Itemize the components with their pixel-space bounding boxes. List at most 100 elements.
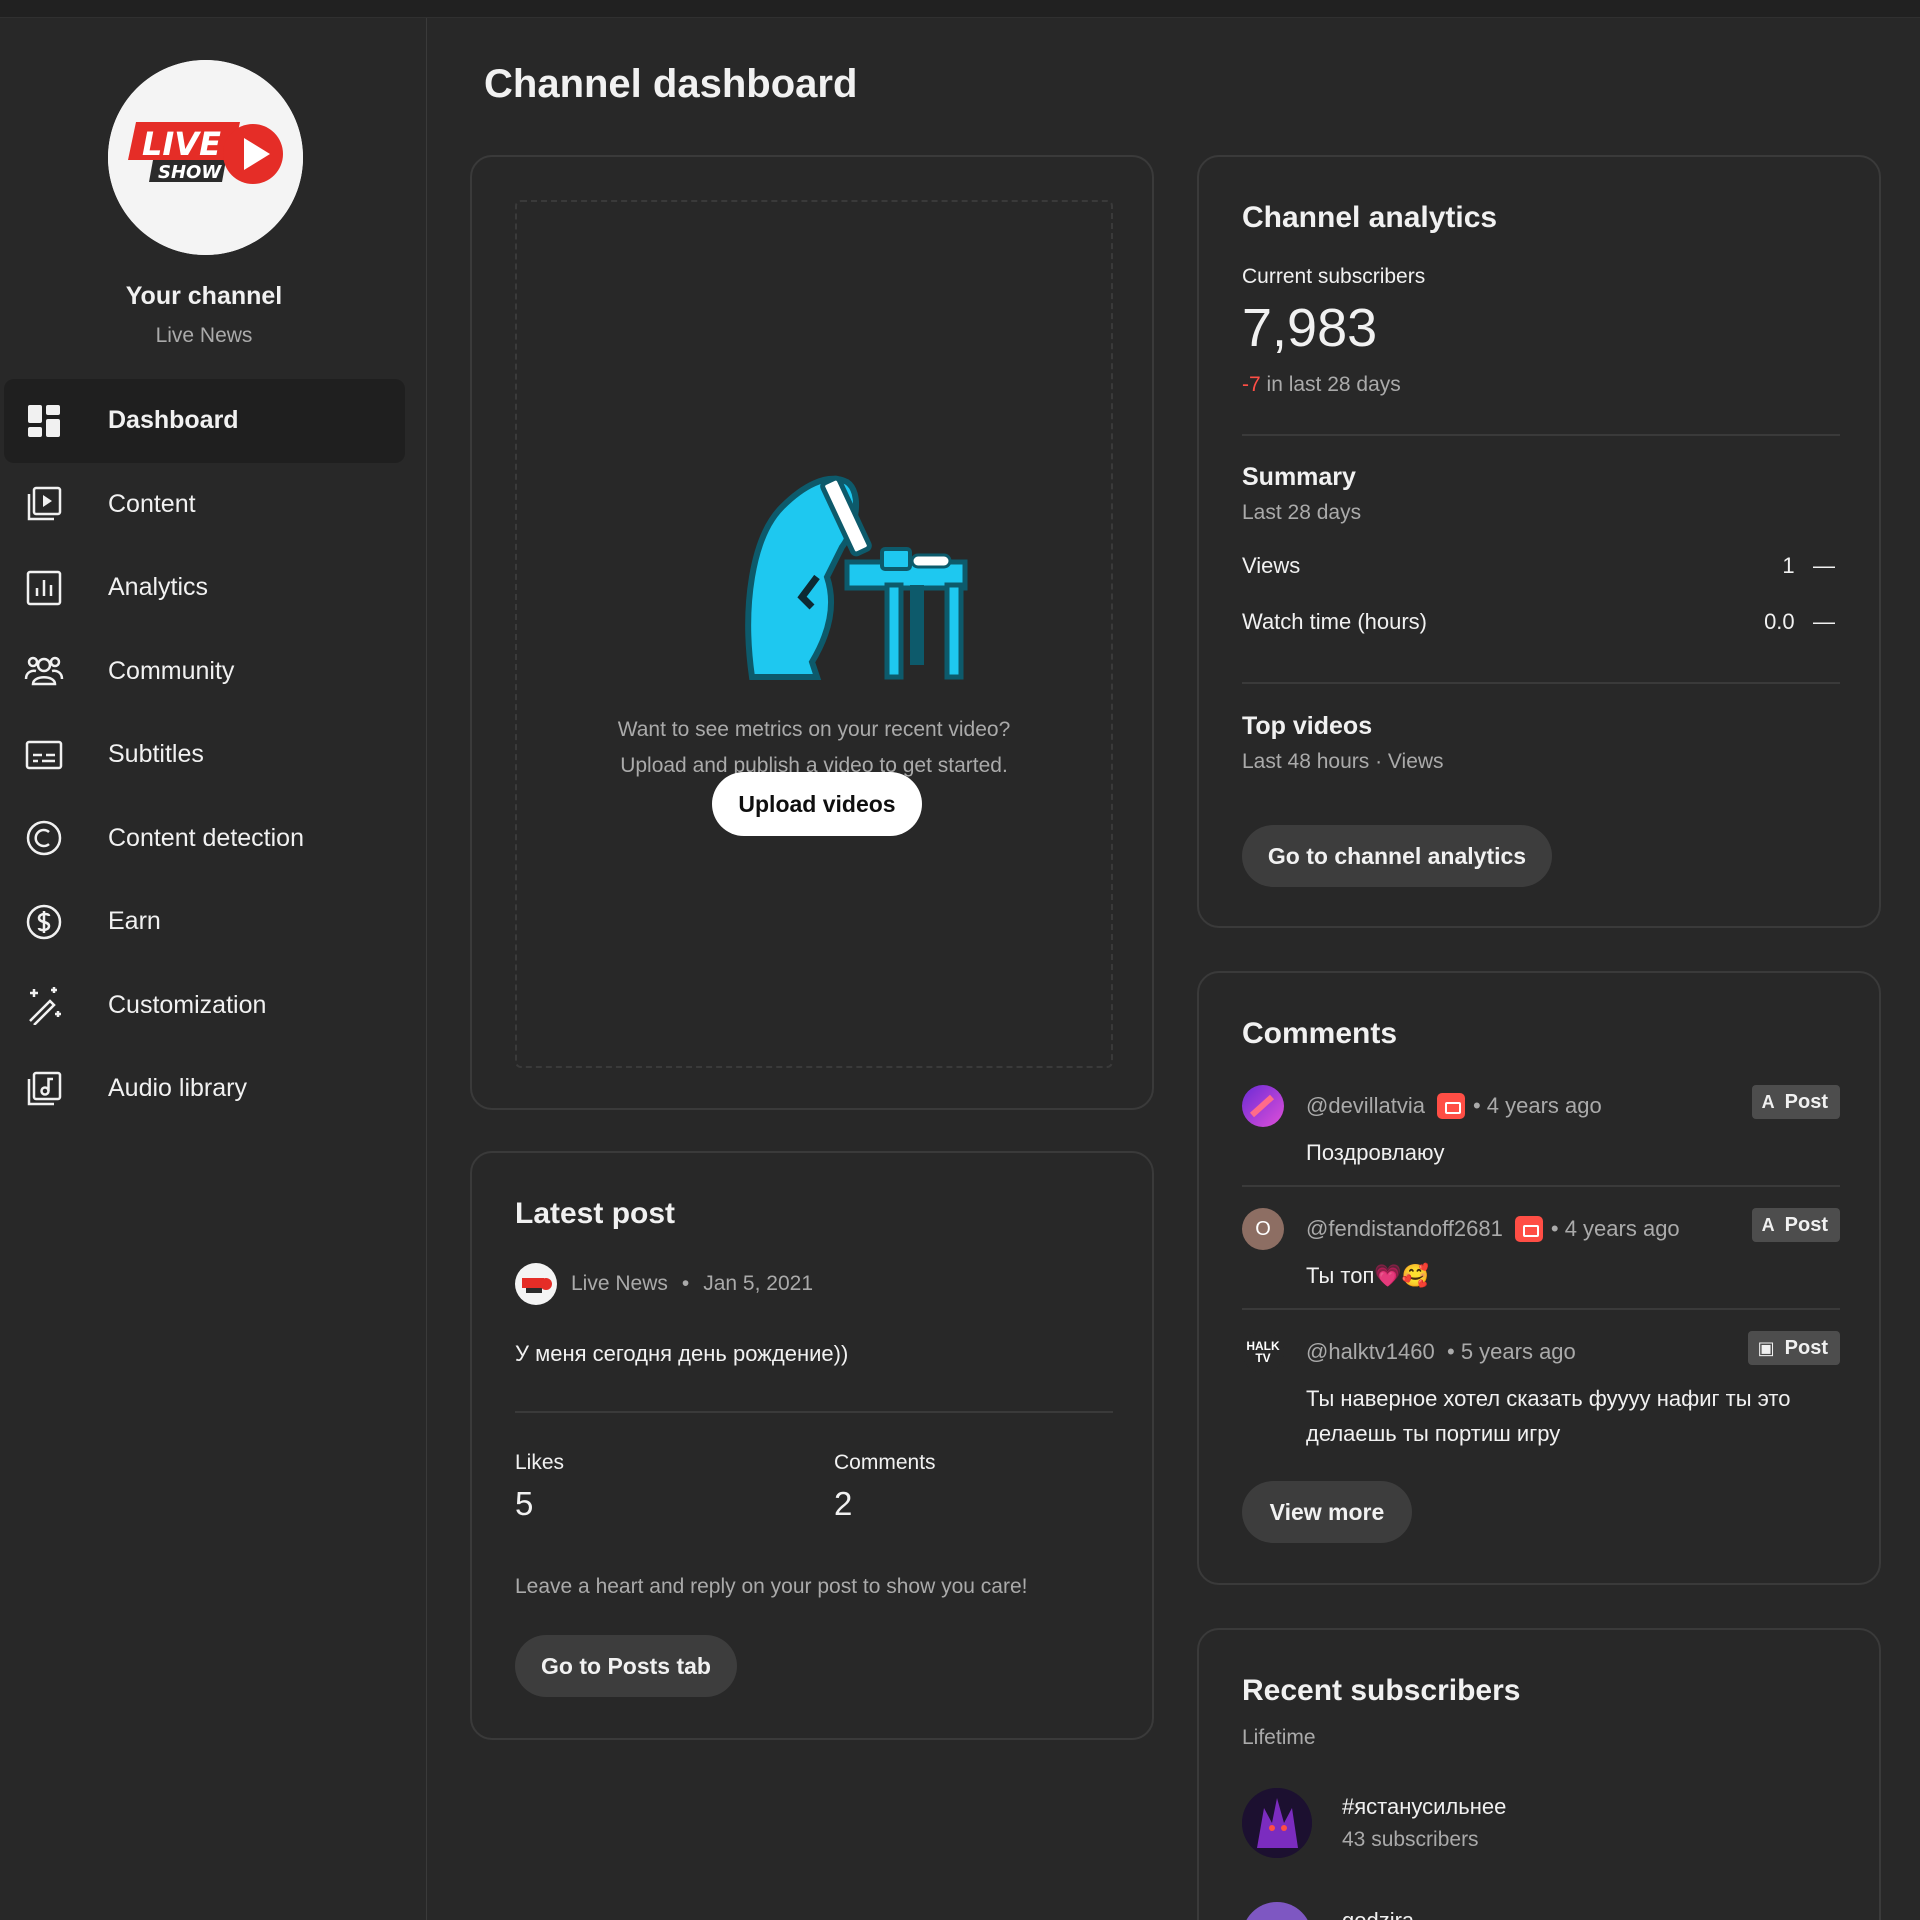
recent-subscribers-card: Recent subscribers Lifetime #ястанусильн… [1197, 1628, 1881, 1920]
live-show-logo: LIVE SHOW [108, 60, 303, 255]
channel-name: Live News [155, 324, 253, 347]
comment-time: 5 years ago [1460, 1339, 1576, 1364]
comments-value: 2 [834, 1485, 853, 1522]
post-author-avatar [515, 1263, 557, 1305]
post-text: У меня сегодня день рождение)) [515, 1341, 849, 1366]
sidebar-item-analytics[interactable]: Analytics [4, 546, 405, 630]
comment-post-chip[interactable]: ▣ Post [1747, 1331, 1840, 1365]
content-icon [24, 484, 64, 524]
subscriber-count: 43 subscribers [1342, 1828, 1479, 1851]
subtitles-icon [24, 735, 64, 775]
dashboard-icon [24, 401, 64, 441]
recent-subscribers-title: Recent subscribers [1242, 1674, 1521, 1707]
post-date: Jan 5, 2021 [703, 1272, 813, 1295]
subscriber-avatar [1242, 1788, 1312, 1858]
sidebar-item-label: Community [108, 656, 235, 685]
comment-text: Ты наверное хотел сказать фуууу нафиг ты… [1306, 1386, 1791, 1446]
subscribers-change-value: -7 [1242, 373, 1261, 396]
go-to-posts-button[interactable]: Go to Posts tab [515, 1635, 737, 1697]
sidebar-item-content[interactable]: Content [4, 463, 405, 547]
member-badge-icon [1436, 1093, 1465, 1119]
comment-user[interactable]: @devillatvia [1306, 1093, 1425, 1119]
analytics-divider-2 [1242, 682, 1840, 684]
avatar-text: HALK TV [1246, 1339, 1280, 1365]
sidebar-item-subtitles[interactable]: Subtitles [4, 713, 405, 797]
upload-illustration [745, 475, 968, 680]
channel-title: Your channel [125, 282, 283, 310]
text-post-icon: A [1761, 1214, 1775, 1235]
comment-header: @fendistandoff2681 • 4 years ago [1306, 1216, 1680, 1242]
channel-avatar[interactable]: LIVE SHOW [108, 60, 303, 255]
comment-item: O @fendistandoff2681 • 4 years ago Ты то… [1242, 1208, 1840, 1308]
subscribers-change-suffix: in last 28 days [1260, 373, 1401, 396]
upload-prompt-line1: Want to see metrics on your recent video… [617, 718, 1011, 741]
analytics-divider [1242, 434, 1840, 436]
comments-title: Comments [1242, 1017, 1398, 1050]
comment-post-chip[interactable]: A Post [1751, 1208, 1840, 1242]
sidebar-item-audio-library[interactable]: Audio library [4, 1047, 405, 1131]
comment-avatar[interactable]: HALK TV [1242, 1331, 1284, 1373]
comment-header: @devillatvia • 4 years ago [1306, 1093, 1602, 1119]
chip-label: Post [1784, 1336, 1828, 1359]
community-icon [24, 651, 64, 691]
watch-time-trend: — [1813, 609, 1835, 634]
sidebar-item-label: Analytics [108, 573, 209, 602]
comment-header: @halktv1460 • 5 years ago [1306, 1339, 1576, 1365]
text-post-icon: A [1761, 1091, 1775, 1112]
subscriber-avatar [1242, 1902, 1312, 1920]
logo-text-bottom: SHOW [158, 162, 222, 183]
summary-period: Last 28 days [1242, 501, 1362, 524]
comment-user[interactable]: @fendistandoff2681 [1306, 1216, 1503, 1242]
comment-text: Ты топ💗🥰 [1306, 1263, 1430, 1288]
summary-title: Summary [1242, 463, 1356, 491]
upload-videos-button[interactable]: Upload videos [712, 772, 922, 836]
audio-library-icon [24, 1069, 64, 1109]
views-label: Views [1242, 553, 1301, 578]
subscribers-label: Current subscribers [1242, 265, 1426, 288]
image-post-icon: ▣ [1757, 1337, 1775, 1358]
upload-dropzone: Want to see metrics on your recent video… [515, 200, 1113, 1068]
sidebar-item-label: Earn [108, 907, 161, 936]
subscriber-item[interactable]: godzira [1242, 1902, 1840, 1920]
subscriber-name: #ястанусильнее [1342, 1794, 1507, 1819]
subscriber-item[interactable]: #ястанусильнее 43 subscribers [1242, 1788, 1840, 1868]
magic-wand-icon [24, 985, 64, 1027]
view-more-comments-button[interactable]: View more [1242, 1481, 1412, 1543]
page-title: Channel dashboard [484, 62, 858, 106]
avatar-letter: O [1255, 1217, 1271, 1240]
sidebar-item-community[interactable]: Community [4, 630, 405, 714]
comment-avatar[interactable] [1242, 1085, 1284, 1127]
go-to-channel-analytics-button[interactable]: Go to channel analytics [1242, 825, 1552, 887]
comment-dot: • [1472, 1093, 1481, 1118]
views-row-value: 1 — [1782, 553, 1835, 579]
member-badge-icon [1514, 1216, 1543, 1242]
watch-time-value: 0.0 [1764, 609, 1795, 634]
chip-label: Post [1784, 1090, 1828, 1113]
top-videos-title: Top videos [1242, 712, 1373, 740]
sidebar-item-label: Content detection [108, 823, 304, 852]
channel-analytics-card: Channel analytics Current subscribers 7,… [1197, 155, 1881, 928]
sidebar-item-customization[interactable]: Customization [4, 964, 405, 1048]
sidebar-item-dashboard[interactable]: Dashboard [4, 379, 405, 463]
post-divider [515, 1411, 1113, 1413]
sidebar-item-earn[interactable]: Earn [4, 880, 405, 964]
watch-time-label: Watch time (hours) [1242, 609, 1428, 634]
sidebar-item-label: Customization [108, 990, 267, 1019]
comment-item: HALK TV @halktv1460 • 5 years ago Ты нав… [1242, 1331, 1840, 1461]
subscribers-change: -7 in last 28 days [1242, 373, 1401, 397]
comment-avatar[interactable]: O [1242, 1208, 1284, 1250]
analytics-icon [24, 568, 64, 608]
comment-user[interactable]: @halktv1460 [1306, 1339, 1435, 1365]
post-meta-separator: • [681, 1272, 690, 1295]
sidebar-nav: Dashboard Content Analytics Community Su… [4, 379, 405, 1131]
sidebar-item-content-detection[interactable]: Content detection [4, 797, 405, 881]
views-value: 1 [1782, 553, 1795, 578]
recent-subscribers-period: Lifetime [1242, 1726, 1316, 1749]
watch-time-row-value: 0.0 — [1764, 609, 1835, 635]
upload-video-card: Want to see metrics on your recent video… [470, 155, 1154, 1110]
sidebar-item-label: Audio library [108, 1074, 247, 1103]
comment-post-chip[interactable]: A Post [1751, 1085, 1840, 1119]
sidebar-item-label: Subtitles [108, 740, 204, 769]
comment-text: Поздровлаюу [1306, 1140, 1445, 1165]
post-author: Live News [571, 1272, 668, 1295]
